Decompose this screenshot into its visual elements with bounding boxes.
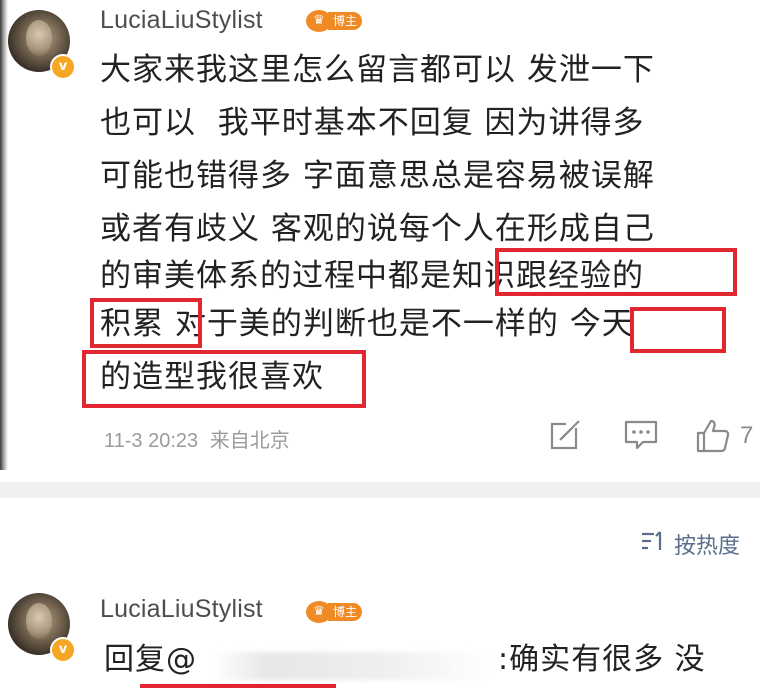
comment-username[interactable]: LuciaLiuStylist bbox=[100, 6, 263, 35]
comment-icon[interactable] bbox=[623, 418, 659, 456]
verified-mark: v bbox=[58, 642, 68, 657]
comment-card: v LuciaLiuStylist ♛ 博主 大家来我这里怎么留言都可以 发泄一… bbox=[0, 0, 760, 482]
verified-mark: v bbox=[58, 59, 68, 74]
verified-icon: v bbox=[50, 54, 76, 80]
blogger-badge-label: 博主 bbox=[328, 603, 363, 621]
like-count: 7 bbox=[740, 422, 754, 449]
highlight-box bbox=[82, 350, 366, 408]
reply-text-end: :确实有很多 没 bbox=[498, 642, 706, 677]
photo-edge-shadow bbox=[0, 0, 8, 470]
highlight-box bbox=[495, 248, 737, 296]
sort-icon bbox=[640, 530, 668, 558]
highlight-underline bbox=[140, 684, 336, 688]
reply-text-start: 回复@ bbox=[104, 642, 197, 677]
comment-source: 来自北京 bbox=[209, 428, 290, 452]
comment-meta: 11-3 20:23 来自北京 bbox=[104, 424, 290, 453]
comment-text-line: 也可以 我平时基本不回复 因为讲得多 bbox=[100, 105, 645, 141]
avatar-face bbox=[26, 603, 52, 639]
avatar-face bbox=[26, 20, 52, 56]
comment-text-line: 大家来我这里怎么留言都可以 发泄一下 bbox=[100, 52, 655, 88]
sort-by-heat-button[interactable]: 按热度 bbox=[640, 528, 740, 560]
highlight-box bbox=[90, 298, 202, 348]
highlight-box bbox=[630, 307, 726, 353]
blurred-mention bbox=[212, 652, 492, 680]
blogger-badge: ♛ 博主 bbox=[306, 10, 363, 32]
sort-label: 按热度 bbox=[674, 534, 741, 559]
comment-timestamp: 11-3 20:23 bbox=[104, 430, 199, 452]
share-icon[interactable] bbox=[548, 418, 582, 456]
comment-text-line: 或者有歧义 客观的说每个人在形成自己 bbox=[100, 211, 655, 247]
verified-icon: v bbox=[50, 637, 76, 663]
blogger-badge: ♛ 博主 bbox=[306, 601, 363, 623]
comment-text-line: 可能也错得多 字面意思总是容易被误解 bbox=[100, 158, 655, 194]
blogger-badge-label: 博主 bbox=[328, 12, 363, 30]
reply-username[interactable]: LuciaLiuStylist bbox=[100, 595, 263, 624]
like-icon[interactable] bbox=[695, 418, 731, 458]
section-divider bbox=[0, 482, 760, 498]
